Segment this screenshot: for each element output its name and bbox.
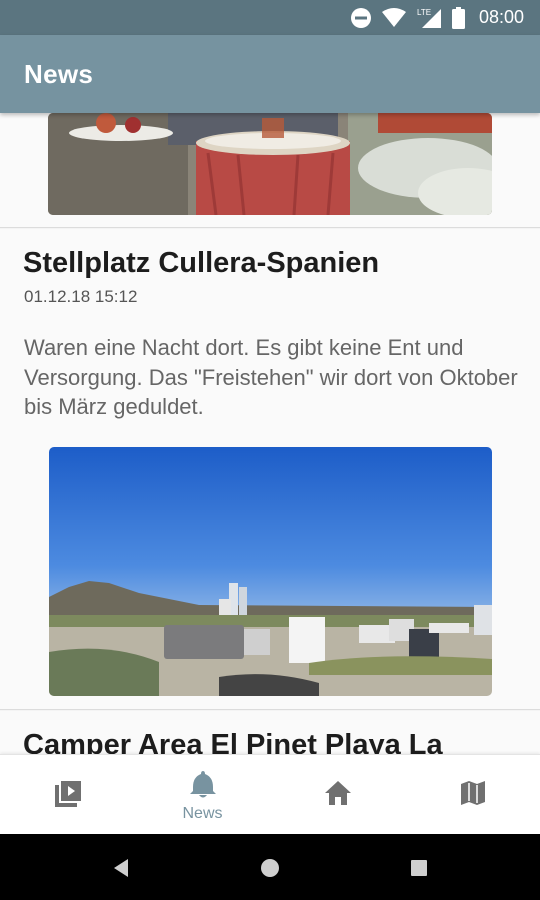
nav-label-news: News: [182, 805, 223, 822]
terrace-photo: [48, 113, 492, 215]
nav-item-news[interactable]: News: [135, 755, 270, 835]
app-bar: News: [0, 35, 540, 113]
battery-icon: [451, 6, 465, 29]
recents-icon[interactable]: [410, 859, 428, 877]
status-icons: LTE 08:00: [350, 5, 524, 30]
post-title[interactable]: Camper Area El Pinet Playa La: [23, 729, 443, 754]
bell-icon: [189, 771, 216, 798]
news-photo[interactable]: [49, 447, 492, 696]
camper-area-photo: [49, 447, 492, 696]
back-icon[interactable]: [112, 858, 130, 878]
status-time: 08:00: [478, 7, 524, 27]
nav-item-map[interactable]: [405, 755, 540, 835]
home-icon: [324, 781, 351, 805]
news-card[interactable]: Camper Area El Pinet Playa La: [0, 711, 540, 754]
news-card[interactable]: Stellplatz Cullera-Spanien 01.12.18 15:1…: [0, 229, 540, 710]
do-not-disturb-icon: [350, 7, 371, 28]
nav-item-home[interactable]: [270, 755, 405, 835]
post-body: Waren eine Nacht dort. Es gibt keine Ent…: [24, 335, 518, 419]
post-title[interactable]: Stellplatz Cullera-Spanien: [23, 247, 379, 280]
wifi-icon: [381, 7, 406, 27]
video-library-icon: [54, 781, 81, 807]
home-button-icon[interactable]: [260, 858, 280, 878]
post-date: 01.12.18 15:12: [24, 287, 138, 306]
network-type-label: LTE: [417, 8, 431, 17]
news-photo[interactable]: [48, 113, 492, 215]
nav-item-videos[interactable]: [0, 755, 135, 835]
map-icon: [460, 781, 485, 805]
news-card[interactable]: [0, 113, 540, 228]
status-bar: LTE 08:00: [0, 0, 540, 35]
news-feed[interactable]: Stellplatz Cullera-Spanien 01.12.18 15:1…: [0, 113, 540, 754]
page-title: News: [24, 59, 94, 89]
bottom-navigation: News: [0, 754, 540, 835]
system-navigation-bar: [0, 834, 540, 900]
cell-signal-icon: LTE: [417, 8, 441, 28]
